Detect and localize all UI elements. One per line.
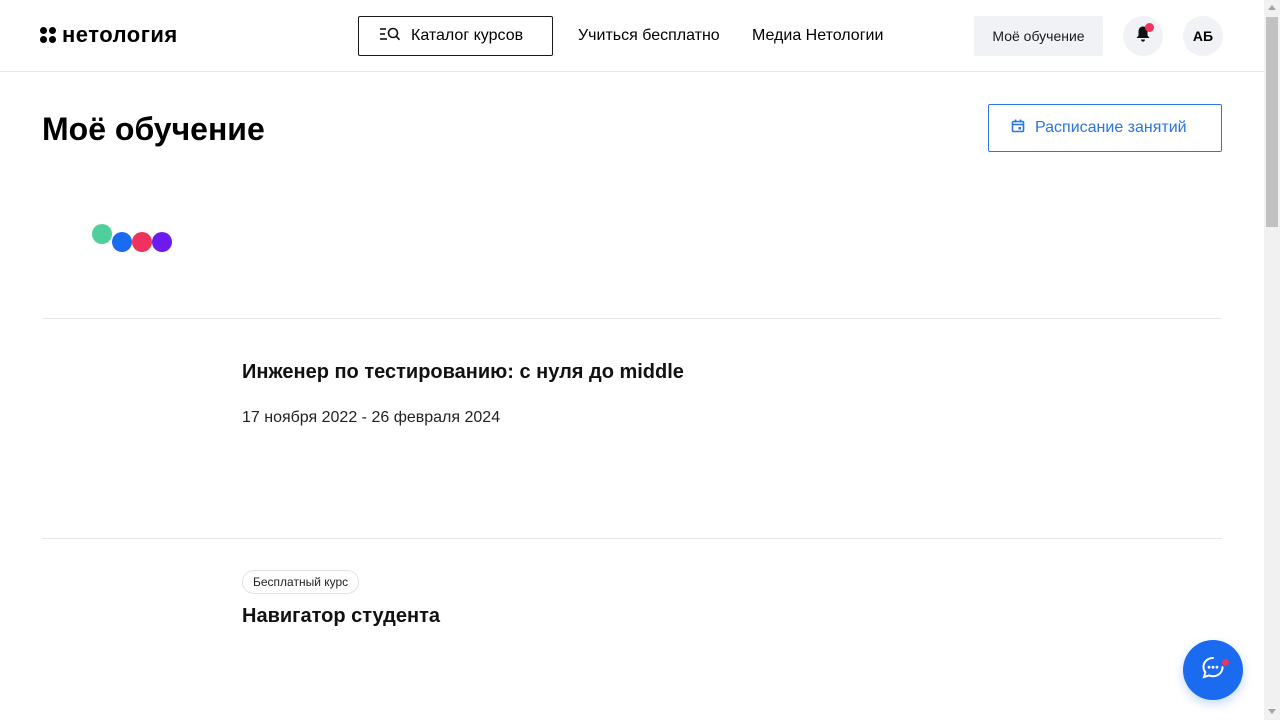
divider [42, 318, 1222, 319]
loading-dot-purple [152, 232, 172, 252]
schedule-button[interactable]: Расписание занятий [988, 104, 1222, 152]
free-course-badge: Бесплатный курс [242, 570, 360, 594]
avatar[interactable]: АБ [1183, 16, 1223, 56]
nav-link-media[interactable]: Медиа Нетологии [752, 27, 883, 45]
course-title[interactable]: Инженер по тестированию: с нуля до middl… [242, 360, 684, 384]
loading-dot-pink [132, 232, 152, 252]
page-title: Моё обучение [42, 111, 265, 147]
loading-indicator [92, 224, 182, 254]
chat-notification-dot [1221, 658, 1230, 667]
my-learning-button[interactable]: Моё обучение [974, 16, 1103, 56]
catalog-search-icon [379, 26, 401, 47]
course-dates: 17 ноября 2022 - 26 февраля 2024 [242, 409, 501, 426]
loading-dot-green [92, 224, 112, 244]
notifications-button[interactable] [1123, 16, 1163, 56]
scroll-down-icon[interactable] [1268, 709, 1276, 714]
calendar-icon [1011, 119, 1025, 138]
catalog-button[interactable]: Каталог курсов [358, 16, 553, 56]
site-header: нетология Каталог курсов Учиться бесплат… [0, 0, 1264, 72]
scrollbar[interactable] [1264, 0, 1280, 720]
catalog-label: Каталог курсов [411, 27, 524, 44]
schedule-label: Расписание занятий [1035, 119, 1187, 136]
loading-dot-blue [112, 232, 132, 252]
scroll-up-icon[interactable] [1268, 5, 1276, 10]
course-title[interactable]: Навигатор студента [242, 604, 440, 628]
chat-button[interactable] [1183, 640, 1243, 700]
scroll-thumb[interactable] [1266, 17, 1278, 227]
divider [42, 538, 1222, 539]
logo[interactable]: нетология [40, 24, 178, 46]
logo-text: нетология [62, 22, 178, 47]
nav-link-free[interactable]: Учиться бесплатно [578, 27, 720, 45]
notification-dot [1145, 23, 1154, 32]
logo-mark-icon [40, 27, 56, 43]
